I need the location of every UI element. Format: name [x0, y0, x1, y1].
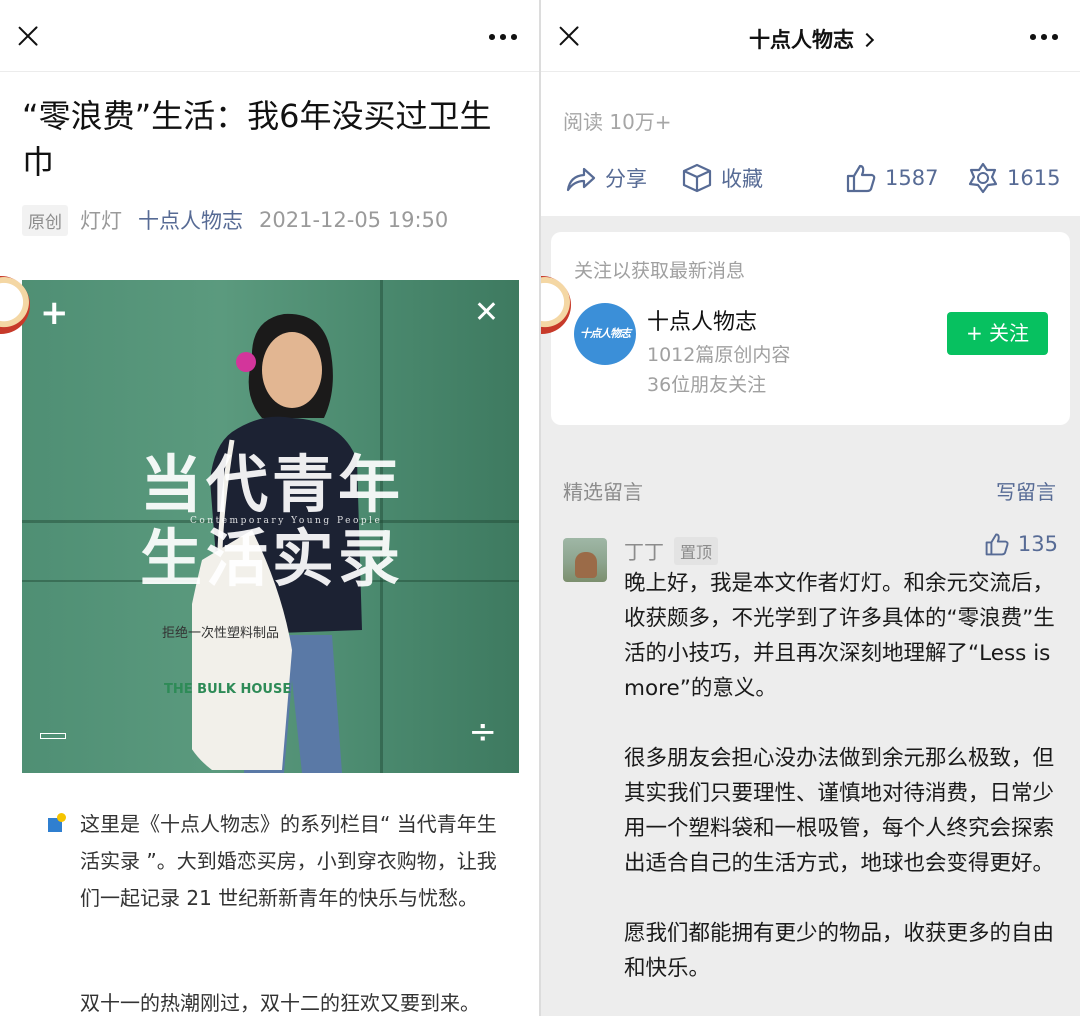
wow-button[interactable]: 1615 [967, 158, 1060, 198]
friends-follow-count: 36位朋友关注 [647, 374, 767, 396]
headline-line-2: 生活实录 [140, 522, 405, 595]
header-title-text: 十点人物志 [749, 28, 854, 52]
article-footer-screen: 十点人物志 阅读 10万+ 分享 收藏 1587 1615 关注以获取最新消息 … [541, 0, 1080, 1016]
mascot-sticker-icon [541, 272, 577, 338]
thumbs-up-icon [846, 164, 876, 193]
write-comment-link[interactable]: 写留言 [996, 476, 1056, 505]
divide-icon: ÷ [468, 712, 498, 752]
comment-paragraph: 很多朋友会担心没办法做到余元那么极致，但其实我们只要理性、谨慎地对待消费，日常少… [624, 746, 1055, 876]
comment-paragraph: 晚上好，我是本文作者灯灯。和余元交流后，收获颇多，不光学到了许多具体的“零浪费”… [624, 571, 1055, 701]
comment-like-button[interactable]: 135 [984, 532, 1058, 556]
cross-icon: ✕ [473, 295, 499, 330]
hero-subtitle: Contemporary Young People [190, 516, 383, 526]
account-name[interactable]: 十点人物志 [647, 304, 757, 336]
action-bar: 分享 收藏 1587 1615 [541, 158, 1080, 198]
commenter-avatar [563, 538, 607, 582]
like-count: 1587 [885, 166, 939, 190]
share-icon [566, 167, 596, 192]
publish-datetime: 2021-12-05 19:50 [259, 208, 449, 232]
mascot-sticker-icon [0, 272, 36, 338]
like-button[interactable]: 1587 [845, 158, 938, 198]
hero-image[interactable]: + ✕ THE BULK HOUSE 拒绝一次性塑料制品 当代青年 生活实录 C… [22, 280, 519, 773]
original-badge: 原创 [22, 204, 68, 236]
account-avatar[interactable]: 十点人物志 [574, 303, 636, 365]
bullet-icon [48, 813, 66, 832]
article-screen: “零浪费”生活：我6年没买过卫生巾 原创 灯灯 十点人物志 2021-12-05… [0, 0, 539, 1016]
stats-panel: 阅读 10万+ 分享 收藏 1587 1615 [541, 72, 1080, 216]
wow-star-icon [968, 162, 998, 194]
article-meta: 原创 灯灯 十点人物志 2021-12-05 19:50 [22, 204, 448, 236]
follow-button[interactable]: + 关注 [947, 312, 1048, 355]
intro-text: 这里是《十点人物志》的系列栏目“ 当代青年生活实录 ”。大到婚恋买房，小到穿衣购… [80, 812, 497, 910]
article-title: “零浪费”生活：我6年没买过卫生巾 [22, 97, 492, 181]
headline-line-1: 当代青年 [140, 448, 405, 521]
share-label: 分享 [605, 167, 647, 191]
more-icon[interactable] [489, 34, 517, 40]
collect-button[interactable]: 收藏 [681, 158, 763, 198]
intro-block: 这里是《十点人物志》的系列栏目“ 当代青年生活实录 ”。大到婚恋买房，小到穿衣购… [48, 806, 498, 917]
account-link[interactable]: 十点人物志 [138, 205, 243, 235]
comment-paragraph: 愿我们都能拥有更少的物品，收获更多的自由和快乐。 [624, 921, 1055, 981]
follow-card: 关注以获取最新消息 十点人物志 十点人物志 1012篇原创内容 36位朋友关注 … [551, 232, 1070, 425]
pinned-badge: 置顶 [674, 536, 719, 565]
commenter-name: 丁丁 [624, 540, 664, 564]
plus-icon: + [40, 293, 69, 333]
bag-brand: THE BULK HOUSE [164, 682, 292, 697]
top-bar [0, 0, 539, 72]
minus-icon [40, 733, 66, 739]
wow-count: 1615 [1007, 166, 1061, 190]
original-count: 1012篇原创内容 [647, 344, 791, 366]
close-icon[interactable] [14, 22, 42, 50]
share-button[interactable]: 分享 [565, 158, 647, 198]
paragraph-text: 双十一的热潮刚过，双十二的狂欢又要到来。 [80, 991, 480, 1015]
follow-hint: 关注以获取最新消息 [574, 260, 746, 282]
commenter-info: 丁丁 置顶 [624, 536, 719, 565]
author-name: 灯灯 [80, 209, 122, 233]
collect-label: 收藏 [721, 167, 763, 191]
comment-like-count: 135 [1017, 532, 1058, 556]
thumbs-up-icon [985, 533, 1009, 556]
collect-box-icon [682, 163, 712, 193]
chevron-right-icon [859, 32, 875, 48]
comment-body: 晚上好，我是本文作者灯灯。和余元交流后，收获颇多，不光学到了许多具体的“零浪费”… [624, 566, 1064, 1016]
comments-header: 精选留言 [563, 480, 643, 504]
top-bar: 十点人物志 [541, 0, 1080, 72]
header-account-title[interactable]: 十点人物志 [541, 24, 1080, 54]
more-icon[interactable] [1030, 34, 1058, 40]
bag-slogan: 拒绝一次性塑料制品 [162, 626, 280, 641]
read-count: 阅读 10万+ [563, 110, 672, 134]
